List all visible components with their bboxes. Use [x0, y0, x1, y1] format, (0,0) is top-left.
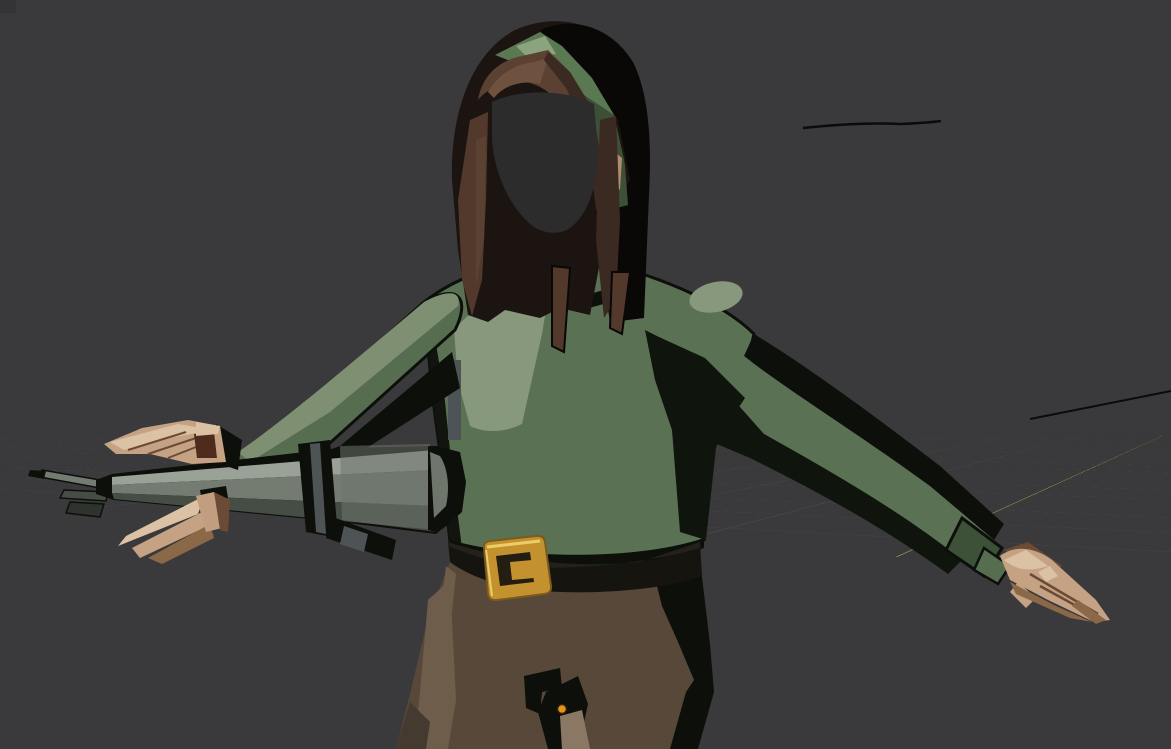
- character-model[interactable]: [28, 21, 1110, 749]
- right-hand: [1000, 542, 1110, 624]
- scene-overlay: [0, 0, 1171, 749]
- belt-buckle: [484, 536, 551, 600]
- 3d-viewport[interactable]: [0, 0, 1171, 749]
- head: [452, 21, 650, 352]
- origin-dot[interactable]: [558, 705, 567, 714]
- stray-stroke-right: [1030, 391, 1171, 419]
- stray-stroke-upper: [803, 121, 941, 128]
